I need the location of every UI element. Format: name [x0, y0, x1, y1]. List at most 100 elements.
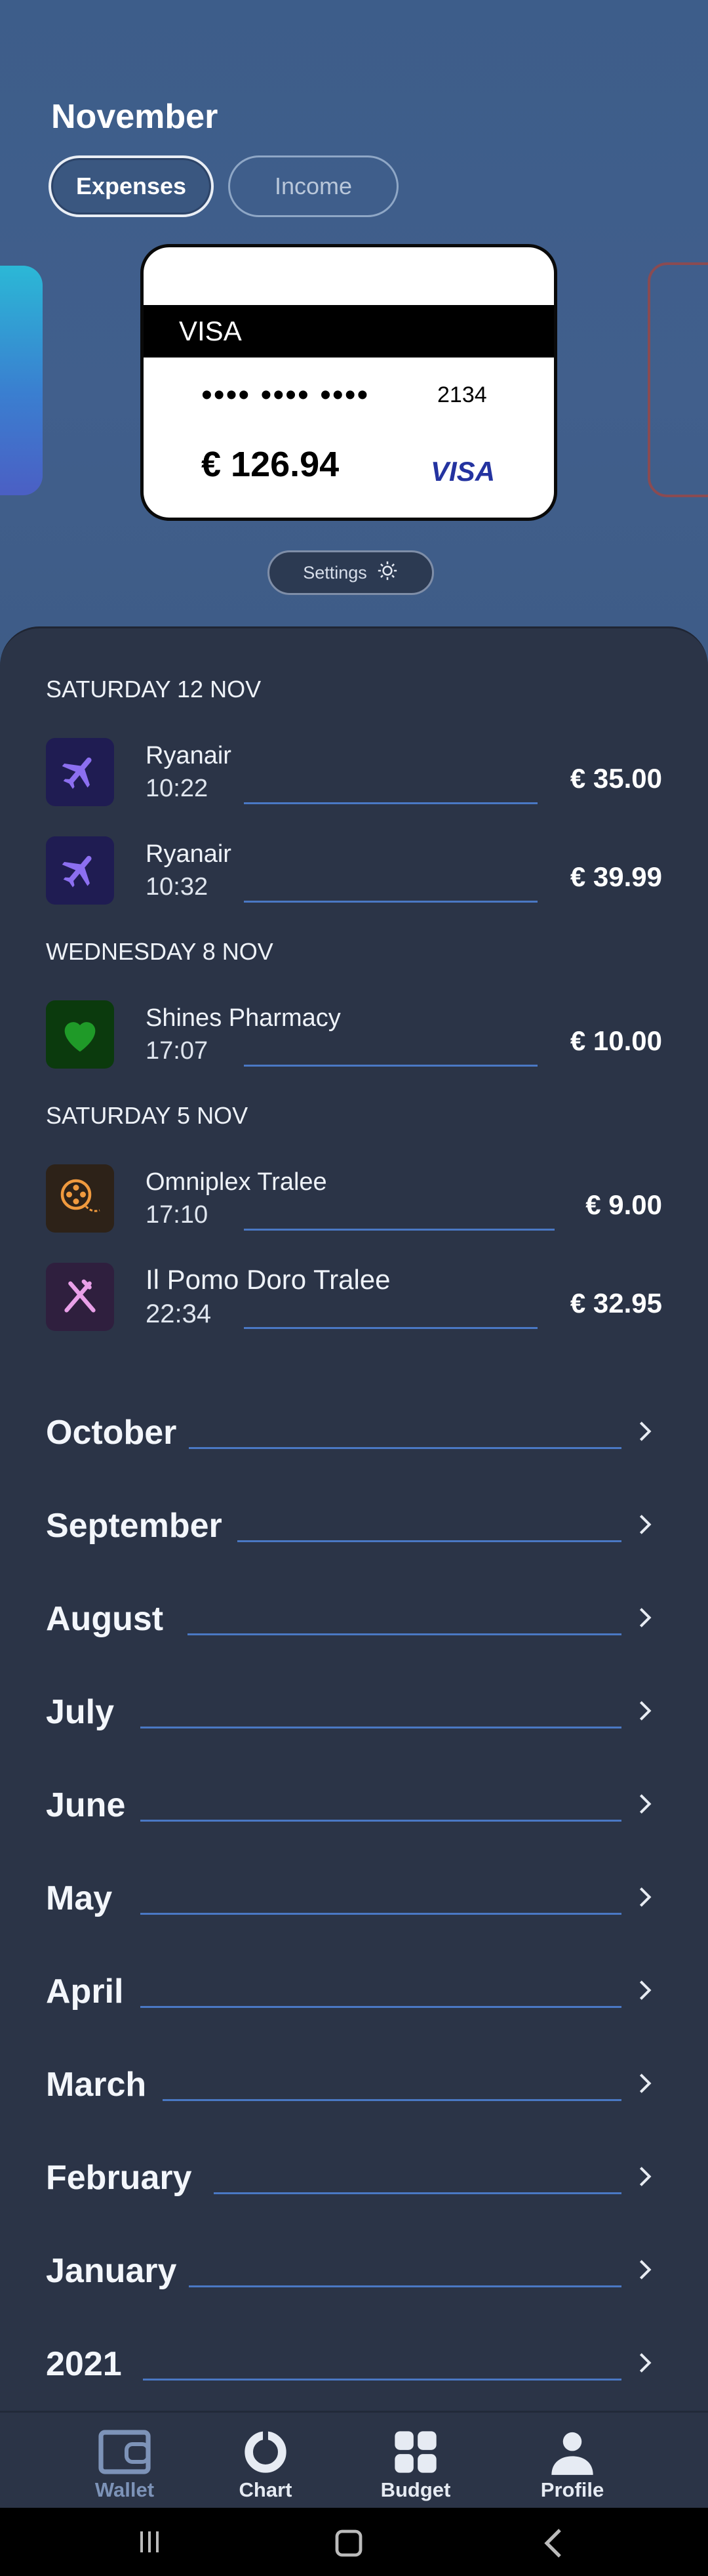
row-divider [140, 2006, 621, 2008]
nav-label: Profile [540, 2478, 604, 2501]
month-label: October [46, 1414, 177, 1452]
merchant-name: Il Pomo Doro Tralee [146, 1264, 391, 1295]
gear-icon [376, 560, 399, 586]
chevron-right-icon [639, 2074, 652, 2093]
day-header: SATURDAY 12 NOV [46, 676, 262, 703]
merchant-name: Ryanair [146, 742, 231, 769]
next-card[interactable] [648, 262, 708, 497]
transactions-sheet[interactable]: SATURDAY 12 NOV Ryanair 10:22 € 35.00 Ry… [0, 626, 708, 2411]
month-row-2021[interactable]: 2021 [46, 2341, 662, 2386]
month-row-april[interactable]: April [46, 1968, 662, 2014]
nav-label: Chart [239, 2478, 292, 2501]
chevron-right-icon [639, 1515, 652, 1534]
month-label: May [46, 1879, 113, 1917]
row-divider [140, 1913, 621, 1915]
chevron-right-icon [639, 1701, 652, 1721]
row-divider [244, 802, 538, 804]
day-header: SATURDAY 5 NOV [46, 1102, 248, 1129]
airplane-icon [46, 738, 114, 806]
transaction-time: 17:10 [146, 1201, 208, 1229]
chevron-right-icon [639, 2353, 652, 2373]
card-masked-number: •••• •••• •••• [201, 378, 370, 413]
header-area: November Expenses Income VISA •••• •••• … [0, 0, 708, 656]
month-row-february[interactable]: February [46, 2154, 662, 2200]
row-divider [140, 1820, 621, 1822]
row-divider [244, 1327, 538, 1329]
visa-logo: VISA [431, 456, 496, 487]
transaction-row[interactable]: Il Pomo Doro Tralee 22:34 € 32.95 [46, 1263, 662, 1335]
transaction-row[interactable]: Ryanair 10:32 € 39.99 [46, 836, 662, 909]
chevron-right-icon [639, 2260, 652, 2280]
transaction-amount: € 10.00 [570, 1025, 662, 1056]
merchant-name: Ryanair [146, 840, 231, 868]
month-label: February [46, 2159, 192, 2197]
previous-card[interactable] [0, 266, 43, 495]
month-row-july[interactable]: July [46, 1688, 662, 1734]
row-divider [244, 1229, 555, 1231]
row-divider [244, 1065, 538, 1067]
merchant-name: Omniplex Tralee [146, 1168, 327, 1196]
month-label: March [46, 2066, 147, 2104]
home-icon[interactable] [333, 2527, 364, 2559]
row-divider [143, 2379, 621, 2381]
film-reel-icon [46, 1164, 114, 1233]
merchant-name: Shines Pharmacy [146, 1004, 341, 1032]
chevron-right-icon [639, 1794, 652, 1814]
settings-button[interactable]: Settings [267, 550, 434, 595]
nav-wallet[interactable]: Wallet [75, 2427, 174, 2502]
row-divider [140, 1727, 621, 1728]
airplane-icon [46, 836, 114, 905]
day-header: WEDNESDAY 8 NOV [46, 938, 273, 965]
month-label: 2021 [46, 2345, 122, 2383]
settings-label: Settings [303, 562, 367, 583]
nav-budget[interactable]: Budget [366, 2427, 465, 2502]
nav-label: Budget [380, 2478, 451, 2501]
chevron-right-icon [639, 1608, 652, 1627]
month-row-may[interactable]: May [46, 1875, 662, 1921]
transaction-time: 17:07 [146, 1037, 208, 1065]
transaction-time: 22:34 [146, 1299, 212, 1328]
transaction-amount: € 9.00 [585, 1189, 662, 1220]
row-divider [189, 2285, 621, 2287]
month-row-august[interactable]: August [46, 1595, 662, 1641]
month-label: August [46, 1600, 164, 1638]
month-row-january[interactable]: January [46, 2247, 662, 2293]
transaction-amount: € 32.95 [570, 1288, 662, 1319]
cutlery-icon [46, 1263, 114, 1331]
transaction-row[interactable]: Ryanair 10:22 € 35.00 [46, 738, 662, 810]
transaction-row[interactable]: Omniplex Tralee 17:10 € 9.00 [46, 1164, 662, 1237]
heart-icon [46, 1000, 114, 1069]
transaction-row[interactable]: Shines Pharmacy 17:07 € 10.00 [46, 1000, 662, 1073]
nav-profile[interactable]: Profile [523, 2427, 621, 2502]
bottom-navigation: Wallet Chart Budget Profile [0, 2411, 708, 2508]
month-label: April [46, 1973, 124, 2011]
transaction-amount: € 39.99 [570, 861, 662, 892]
chevron-right-icon [639, 1980, 652, 2000]
visa-card[interactable]: VISA •••• •••• •••• 2134 € 126.94 VISA [140, 244, 557, 521]
chevron-right-icon [639, 1887, 652, 1907]
row-divider [187, 1633, 621, 1635]
grid-icon [395, 2431, 437, 2473]
month-row-october[interactable]: October [46, 1409, 662, 1455]
card-total-amount: € 126.94 [201, 445, 340, 484]
card-brand-band: VISA [144, 305, 554, 358]
chevron-right-icon [639, 2167, 652, 2186]
month-row-june[interactable]: June [46, 1782, 662, 1828]
wallet-icon [98, 2430, 151, 2474]
month-row-september[interactable]: September [46, 1502, 662, 1548]
chevron-right-icon [639, 1421, 652, 1441]
month-label: January [46, 2252, 177, 2290]
card-last-four: 2134 [437, 382, 487, 407]
row-divider [189, 1447, 621, 1449]
back-icon[interactable] [539, 2527, 568, 2559]
nav-chart[interactable]: Chart [216, 2427, 315, 2502]
month-row-march[interactable]: March [46, 2061, 662, 2107]
income-tab[interactable]: Income [228, 155, 399, 217]
expenses-tab[interactable]: Expenses [49, 155, 214, 217]
recent-apps-icon[interactable] [136, 2529, 163, 2555]
user-icon [551, 2432, 593, 2475]
month-label: September [46, 1507, 222, 1545]
row-divider [163, 2099, 621, 2101]
pie-chart-icon [245, 2429, 286, 2473]
current-month-title: November [51, 98, 218, 136]
